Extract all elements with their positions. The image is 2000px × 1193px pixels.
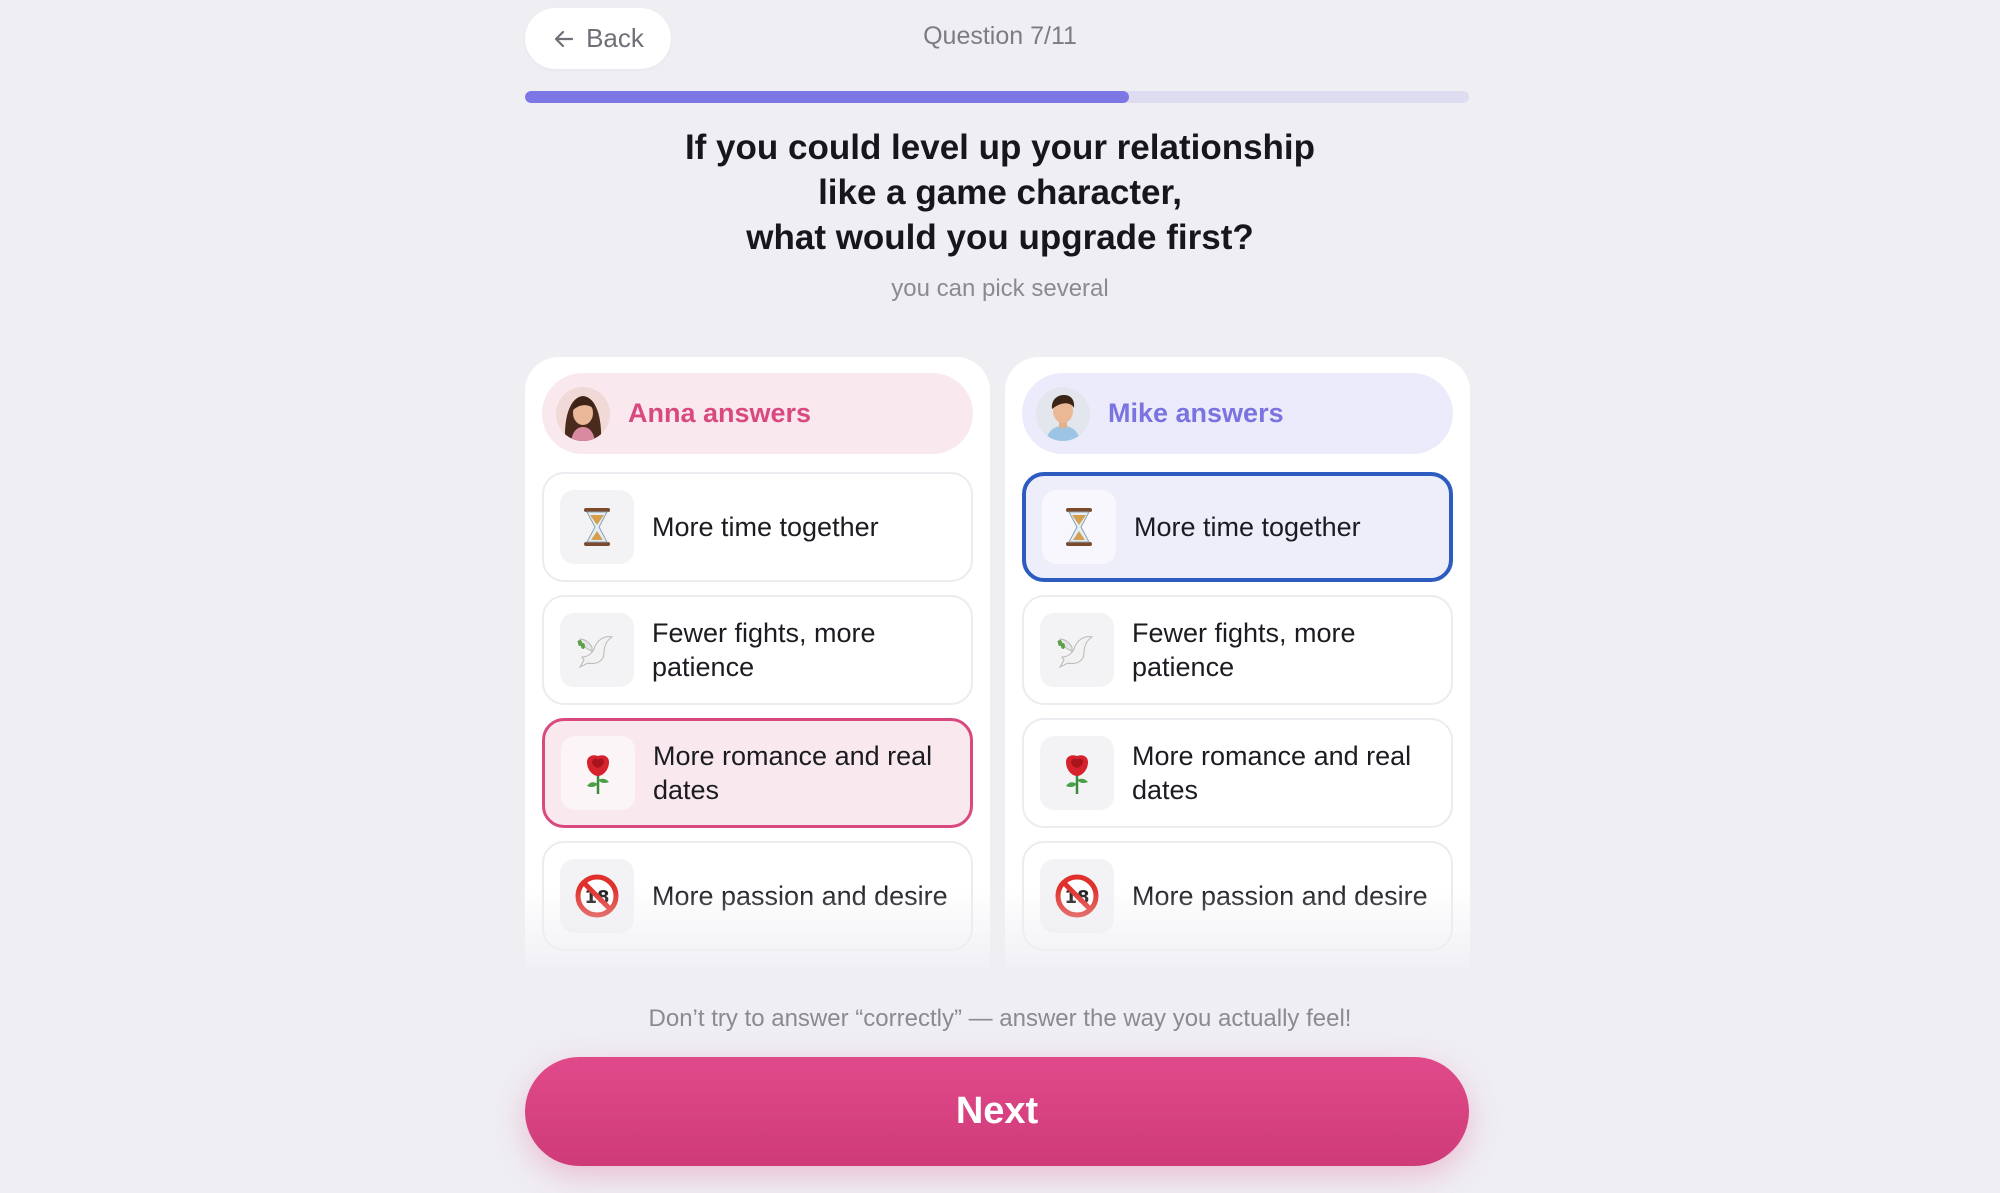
no-under-18-icon: 18 xyxy=(1040,859,1114,933)
question-subtitle: you can pick several xyxy=(891,275,1109,302)
question-title-line: like a game character, xyxy=(818,173,1182,212)
mike-answers-header: Mike answers xyxy=(1022,373,1453,454)
svg-text:18: 18 xyxy=(584,887,609,908)
anna-option-more-time-together[interactable]: More time together xyxy=(542,472,973,582)
mike-avatar xyxy=(1036,386,1090,441)
dove-icon xyxy=(1040,613,1114,687)
hourglass-icon xyxy=(1042,490,1116,564)
option-label: More time together xyxy=(1134,512,1361,542)
progress-bar xyxy=(525,91,1469,103)
anna-option-more-passion[interactable]: 18 More passion and desire xyxy=(542,841,973,951)
mike-option-more-passion[interactable]: 18 More passion and desire xyxy=(1022,841,1453,951)
question-title: If you could level up your relationship … xyxy=(0,125,2000,260)
option-label: Fewer fights, more patience xyxy=(652,618,876,682)
option-label: More romance and real dates xyxy=(653,741,933,805)
svg-text:18: 18 xyxy=(1064,887,1089,908)
no-under-18-icon: 18 xyxy=(560,859,634,933)
hourglass-icon xyxy=(560,490,634,564)
mike-answer-column: Mike answers More time together Fewer fi… xyxy=(1005,357,1470,977)
dove-icon xyxy=(560,613,634,687)
mike-option-fewer-fights[interactable]: Fewer fights, more patience xyxy=(1022,595,1453,705)
question-title-line: what would you upgrade first? xyxy=(746,218,1254,257)
next-button[interactable]: Next xyxy=(525,1057,1469,1166)
rose-icon xyxy=(561,736,635,810)
rose-icon xyxy=(1040,736,1114,810)
option-label: More time together xyxy=(652,512,879,542)
anna-answer-column: Anna answers More time together Fewer fi… xyxy=(525,357,990,977)
mike-answers-label: Mike answers xyxy=(1108,398,1284,428)
anna-avatar xyxy=(556,386,610,441)
next-button-label: Next xyxy=(955,1090,1039,1132)
anna-option-more-romance[interactable]: More romance and real dates xyxy=(542,718,973,828)
option-label: Fewer fights, more patience xyxy=(1132,618,1356,682)
question-title-line: If you could level up your relationship xyxy=(684,128,1316,167)
mike-option-more-romance[interactable]: More romance and real dates xyxy=(1022,718,1453,828)
option-label: More passion and desire xyxy=(652,881,948,911)
option-label: More passion and desire xyxy=(1132,881,1428,911)
quiz-screen: Back Question 7/11 If you could level up… xyxy=(0,0,2000,1193)
option-label: More romance and real dates xyxy=(1132,741,1412,805)
progress-bar-fill xyxy=(525,91,1130,103)
mike-option-more-time-together[interactable]: More time together xyxy=(1022,472,1453,582)
anna-answers-header: Anna answers xyxy=(542,373,973,454)
anna-option-fewer-fights[interactable]: Fewer fights, more patience xyxy=(542,595,973,705)
anna-answers-label: Anna answers xyxy=(628,398,812,428)
hint-text: Don’t try to answer “correctly” — answer… xyxy=(648,1005,1352,1032)
question-counter: Question 7/11 xyxy=(923,22,1077,50)
